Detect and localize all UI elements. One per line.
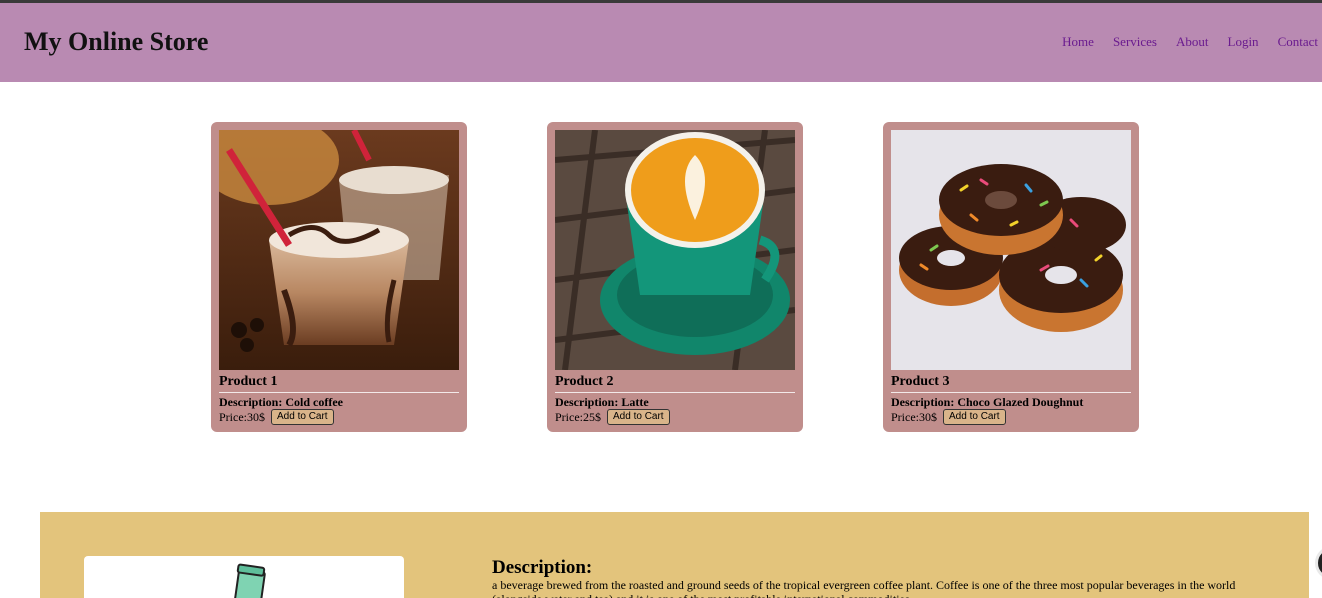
iced-drink-illustration <box>231 563 266 598</box>
product-card: Product 3 Description: Choco Glazed Doug… <box>883 122 1139 432</box>
nav-home-link[interactable]: Home <box>1062 34 1094 50</box>
product-title: Product 2 <box>555 374 614 389</box>
nav-about-link[interactable]: About <box>1176 34 1209 50</box>
nav-services-link[interactable]: Services <box>1113 34 1157 50</box>
latte-photo <box>555 130 795 370</box>
divider <box>891 392 1131 393</box>
product-description: Description: Latte <box>555 395 649 409</box>
site-title: My Online Store <box>24 27 209 56</box>
detail-heading: Description: <box>492 557 593 578</box>
doughnut-photo <box>891 130 1131 370</box>
add-to-cart-button[interactable]: Add to Cart <box>271 409 334 425</box>
detail-description: a beverage brewed from the roasted and g… <box>492 578 1236 598</box>
nav-login-link[interactable]: Login <box>1228 34 1259 50</box>
cold-coffee-photo <box>219 130 459 370</box>
product-grid: Product 1 Description: Cold coffee Price… <box>211 122 1141 434</box>
product-card: Product 1 Description: Cold coffee Price… <box>211 122 467 432</box>
product-price: Price:30$ <box>219 410 265 424</box>
product-title: Product 3 <box>891 374 950 389</box>
product-detail-section: Description: a beverage brewed from the … <box>40 512 1309 598</box>
divider <box>555 392 795 393</box>
add-to-cart-button[interactable]: Add to Cart <box>607 409 670 425</box>
floating-action-button[interactable] <box>1315 546 1322 580</box>
product-title: Product 1 <box>219 374 278 389</box>
add-to-cart-button[interactable]: Add to Cart <box>943 409 1006 425</box>
nav-contact-link[interactable]: Contact <box>1278 34 1318 50</box>
product-description: Description: Cold coffee <box>219 395 343 409</box>
product-price: Price:25$ <box>555 410 601 424</box>
product-description: Description: Choco Glazed Doughnut <box>891 395 1084 409</box>
site-header: My Online Store Home Services About Logi… <box>0 3 1322 82</box>
product-card: Product 2 Description: Latte Price:25$ A… <box>547 122 803 432</box>
product-price: Price:30$ <box>891 410 937 424</box>
detail-image-frame <box>84 556 404 598</box>
divider <box>219 392 459 393</box>
main-nav: Home Services About Login Contact <box>1062 34 1318 50</box>
